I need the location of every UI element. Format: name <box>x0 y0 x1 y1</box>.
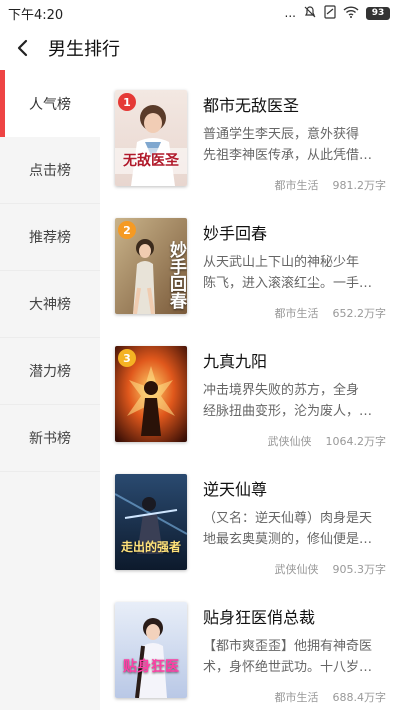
book-description-line: 冲击境界失败的苏方，全身 <box>203 383 360 398</box>
book-description: （又名：逆天仙尊）肉身是天 地最玄奥莫测的，修仙便是… <box>203 508 383 550</box>
rank-badge: 3 <box>118 349 136 367</box>
battery-icon: 93 <box>366 6 390 20</box>
book-description: 从天武山上下山的神秘少年 陈飞，进入滚滚红尘。一手… <box>203 252 383 294</box>
book-description-line: 从天武山上下山的神秘少年 <box>203 255 360 270</box>
cover-title: 走出的强者 <box>120 540 181 554</box>
book-title[interactable]: 都市无敌医圣 <box>203 92 299 116</box>
book-item[interactable]: 3 九真九阳 冲击境界失败的苏方，全身 经脉扭曲变形，沦为废人，… 武侠仙侠 1… <box>100 326 400 454</box>
page-title: 男生排行 <box>48 39 120 60</box>
book-category: 武侠仙侠 <box>267 435 312 448</box>
ranking-sidebar: 人气榜 点击榜 推荐榜 大神榜 潜力榜 新书榜 <box>0 70 100 710</box>
sidebar-item-new[interactable]: 新书榜 <box>0 405 100 472</box>
mute-bell-icon <box>303 5 317 21</box>
more-dots-icon: ... <box>284 6 296 20</box>
book-word-count: 981.2万字 <box>332 179 387 192</box>
book-description-line: 地最玄奥莫测的，修仙便是… <box>203 532 373 547</box>
book-description: 【都市爽歪歪】他拥有神奇医 术，身怀绝世武功。十八岁… <box>203 636 383 678</box>
book-cover[interactable]: 走出的强者 <box>115 474 187 570</box>
book-word-count: 1064.2万字 <box>325 435 387 448</box>
book-description-line: 术，身怀绝世武功。十八岁… <box>203 660 373 675</box>
book-category: 都市生活 <box>274 307 319 320</box>
book-category: 武侠仙侠 <box>274 563 319 576</box>
book-category: 都市生活 <box>274 691 319 704</box>
book-description-line: 经脉扭曲变形，沦为废人，… <box>203 404 373 419</box>
book-meta: 都市生活 981.2万字 <box>275 177 387 193</box>
book-title[interactable]: 逆天仙尊 <box>203 476 267 500</box>
back-arrow-icon[interactable] <box>2 26 42 70</box>
status-bar: 下午4:20 ... 93 <box>0 0 400 26</box>
cover-title: 妙手回春 <box>166 241 186 309</box>
book-cover[interactable]: 3 <box>115 346 187 442</box>
book-word-count: 688.4万字 <box>332 691 387 704</box>
wifi-icon <box>343 6 359 20</box>
sidebar-item-potential[interactable]: 潜力榜 <box>0 338 100 405</box>
header: 男生排行 <box>0 26 400 70</box>
book-title[interactable]: 妙手回春 <box>203 220 267 244</box>
book-cover[interactable]: 妙手回春 2 <box>115 218 187 314</box>
book-description-line: 先祖李神医传承，从此凭借… <box>203 148 373 163</box>
rank-badge: 2 <box>118 221 136 239</box>
cover-title: 无敌医圣 <box>123 153 179 169</box>
rank-badge: 1 <box>118 93 136 111</box>
status-icons: ... 93 <box>285 5 390 21</box>
book-word-count: 652.2万字 <box>332 307 387 320</box>
book-description-line: 普通学生李天辰，意外获得 <box>203 127 360 142</box>
book-cover[interactable]: 贴身狂医 <box>115 602 187 698</box>
sidebar-item-popularity[interactable]: 人气榜 <box>0 70 100 137</box>
book-item[interactable]: 无敌医圣 1 都市无敌医圣 普通学生李天辰，意外获得 先祖李神医传承，从此凭借…… <box>100 70 400 198</box>
book-title[interactable]: 贴身狂医俏总裁 <box>203 604 315 628</box>
book-list[interactable]: 无敌医圣 1 都市无敌医圣 普通学生李天辰，意外获得 先祖李神医传承，从此凭借…… <box>100 70 400 710</box>
book-item[interactable]: 妙手回春 2 妙手回春 从天武山上下山的神秘少年 陈飞，进入滚滚红尘。一手… 都… <box>100 198 400 326</box>
book-description-line: 陈飞，进入滚滚红尘。一手… <box>203 276 373 291</box>
book-description-line: （又名：逆天仙尊）肉身是天 <box>203 511 373 526</box>
book-meta: 武侠仙侠 1064.2万字 <box>268 433 387 449</box>
book-description: 普通学生李天辰，意外获得 先祖李神医传承，从此凭借… <box>203 124 383 166</box>
status-time: 下午4:20 <box>8 7 64 23</box>
book-cover[interactable]: 无敌医圣 1 <box>115 90 187 186</box>
book-description-line: 【都市爽歪歪】他拥有神奇医 <box>203 639 373 654</box>
book-item[interactable]: 走出的强者 逆天仙尊 （又名：逆天仙尊）肉身是天 地最玄奥莫测的，修仙便是… 武… <box>100 454 400 582</box>
book-word-count: 905.3万字 <box>332 563 387 576</box>
book-category: 都市生活 <box>274 179 319 192</box>
book-meta: 都市生活 688.4万字 <box>275 689 387 705</box>
sidebar-item-recommend[interactable]: 推荐榜 <box>0 204 100 271</box>
book-description: 冲击境界失败的苏方，全身 经脉扭曲变形，沦为废人，… <box>203 380 383 422</box>
book-title[interactable]: 九真九阳 <box>203 348 267 372</box>
sim-card-icon <box>324 5 336 21</box>
cover-title: 贴身狂医 <box>123 659 179 675</box>
book-meta: 武侠仙侠 905.3万字 <box>275 561 387 577</box>
book-meta: 都市生活 652.2万字 <box>275 305 387 321</box>
book-item[interactable]: 贴身狂医 贴身狂医俏总裁 【都市爽歪歪】他拥有神奇医 术，身怀绝世武功。十八岁…… <box>100 582 400 710</box>
sidebar-item-clicks[interactable]: 点击榜 <box>0 137 100 204</box>
sidebar-item-master[interactable]: 大神榜 <box>0 271 100 338</box>
